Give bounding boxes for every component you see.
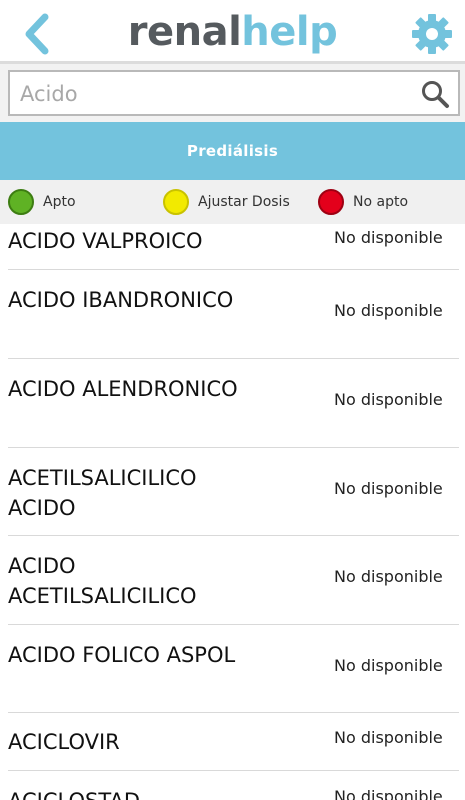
list-item[interactable]: ACIDO ACETILSALICILICO No disponible <box>8 536 459 625</box>
settings-button[interactable] <box>409 10 455 58</box>
drug-status: No disponible <box>334 390 443 409</box>
list-item[interactable]: ACETILSALICILICO ACIDO No disponible <box>8 448 459 536</box>
drug-status: No disponible <box>334 787 443 800</box>
list-item[interactable]: ACIDO VALPROICO No disponible <box>8 224 459 270</box>
app-header: renalhelp <box>0 0 465 64</box>
drug-name: ACIDO FOLICO ASPOL <box>8 643 236 667</box>
drug-status: No disponible <box>334 479 443 498</box>
drug-status: No disponible <box>334 728 443 747</box>
drug-name: ACIDO ALENDRONICO <box>8 377 238 401</box>
drug-name: ACIDO IBANDRONICO <box>8 288 234 312</box>
drug-status: No disponible <box>334 228 443 247</box>
tab-predialisis[interactable]: Prediálisis <box>0 122 465 180</box>
drug-name: ACIDO VALPROICO <box>8 229 203 253</box>
list-item[interactable]: ACIDO ALENDRONICO No disponible <box>8 359 459 448</box>
yellow-dot-icon <box>163 189 189 215</box>
green-dot-icon <box>8 189 34 215</box>
list-item[interactable]: ACIDO FOLICO ASPOL No disponible <box>8 625 459 713</box>
legend-label: Apto <box>43 194 76 210</box>
drug-name: ACICLOSTAD <box>8 786 258 800</box>
legend-item-apto: Apto <box>0 180 155 224</box>
search-box <box>8 70 460 116</box>
drug-list[interactable]: ACIDO VALPROICO No disponible ACIDO IBAN… <box>8 224 459 800</box>
search-icon[interactable] <box>420 79 450 109</box>
legend-label: No apto <box>353 194 409 210</box>
drug-name: ACIDO ACETILSALICILICO <box>8 554 197 608</box>
legend-item-ajustar-dosis: Ajustar Dosis <box>155 180 310 224</box>
red-dot-icon <box>318 189 344 215</box>
legend-item-no-apto: No apto <box>310 180 465 224</box>
search-bar <box>0 64 465 122</box>
drug-status: No disponible <box>334 567 443 586</box>
drug-name: ACICLOVIR <box>8 730 120 754</box>
status-legend: Apto Ajustar Dosis No apto <box>0 180 465 224</box>
drug-status: No disponible <box>334 656 443 675</box>
list-item[interactable]: ACIDO IBANDRONICO No disponible <box>8 270 459 359</box>
logo-help: help <box>241 9 338 55</box>
drug-status: No disponible <box>334 301 443 320</box>
search-input[interactable] <box>18 76 412 112</box>
app-logo: renalhelp <box>0 6 465 58</box>
drug-name: ACETILSALICILICO ACIDO <box>8 466 197 520</box>
list-item[interactable]: ACICLOVIR No disponible <box>8 713 459 771</box>
legend-label: Ajustar Dosis <box>198 194 290 210</box>
list-item[interactable]: ACICLOSTAD No disponible <box>8 771 459 800</box>
gear-icon <box>412 14 452 54</box>
logo-renal: renal <box>127 9 242 55</box>
tab-label: Prediálisis <box>186 142 279 160</box>
